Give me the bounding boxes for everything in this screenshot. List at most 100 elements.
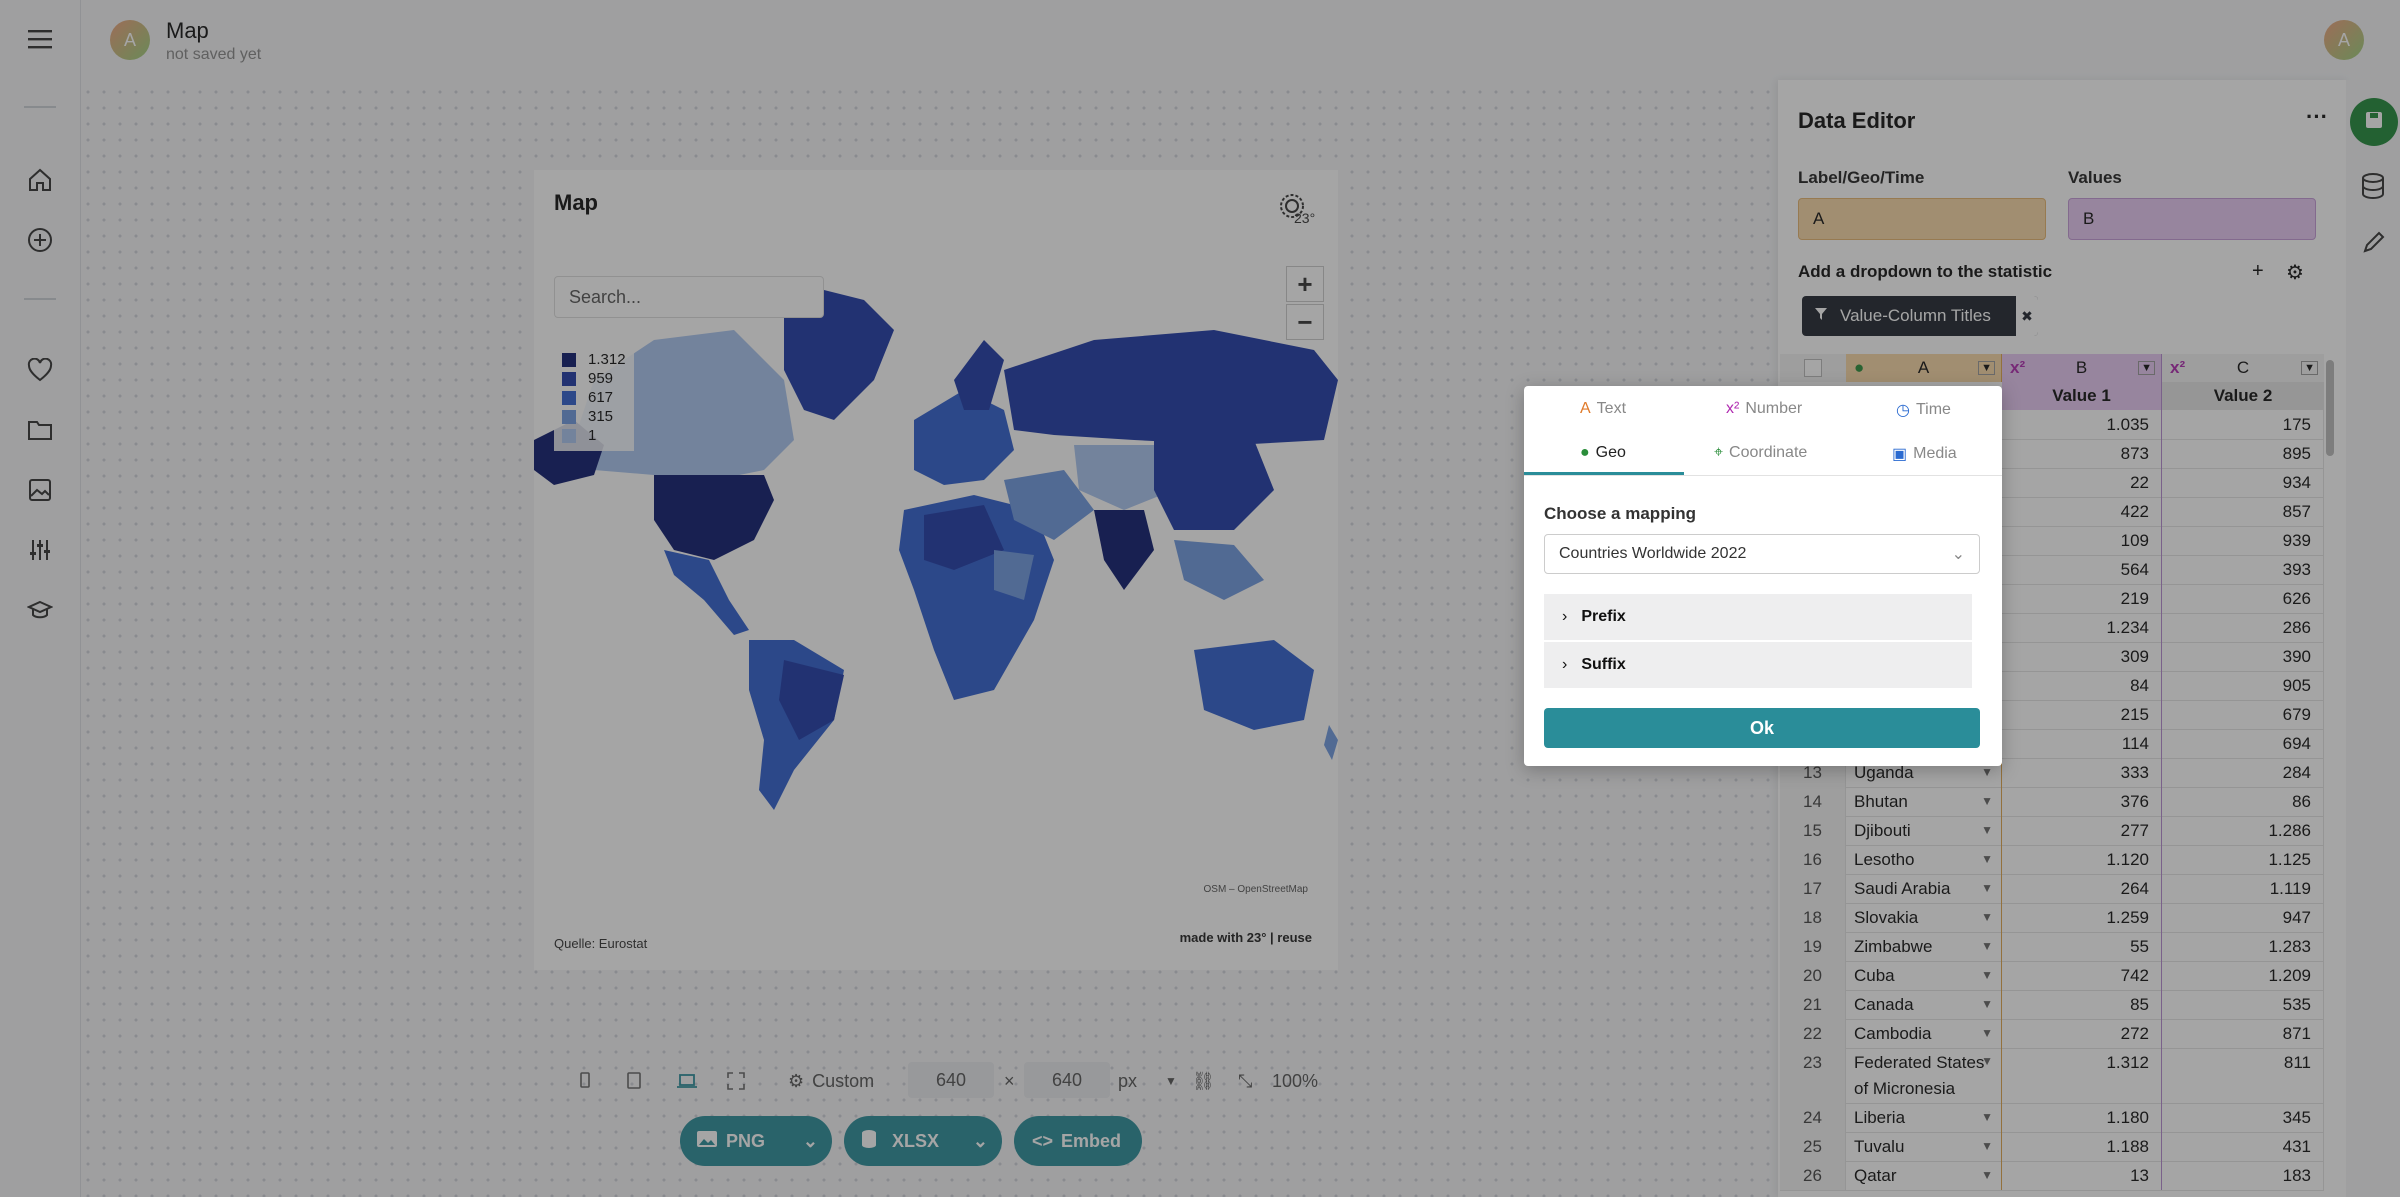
cell-c[interactable]: 284 (2162, 758, 2324, 787)
cell-b[interactable]: 309 (2002, 642, 2162, 671)
cell-c[interactable]: 694 (2162, 729, 2324, 758)
cell-b[interactable]: 114 (2002, 729, 2162, 758)
xlsx-export-button[interactable]: XLSX ⌄ (844, 1116, 1002, 1166)
cell-a[interactable]: Djibouti ▼ (1846, 816, 2002, 845)
cell-c[interactable]: 1.125 (2162, 845, 2324, 874)
map-attribution[interactable]: OSM – OpenStreetMap (1204, 884, 1309, 895)
cell-b[interactable]: 1.188 (2002, 1132, 2162, 1161)
table-row[interactable]: 14 Bhutan ▼ 376 86 (1780, 787, 2324, 817)
more-options-icon[interactable]: ··· (2306, 104, 2328, 130)
tablet-device-icon[interactable] (626, 1066, 642, 1096)
cell-c[interactable]: 1.119 (2162, 874, 2324, 903)
cell-a[interactable]: Lesotho ▼ (1846, 845, 2002, 874)
heart-icon[interactable] (22, 352, 58, 388)
cell-c[interactable]: 345 (2162, 1103, 2324, 1132)
filter-icon[interactable]: ▼ (2301, 361, 2318, 375)
cell-b[interactable]: 1.259 (2002, 903, 2162, 932)
cell-b[interactable]: 13 (2002, 1161, 2162, 1190)
save-button[interactable] (2350, 98, 2398, 146)
ok-button[interactable]: Ok (1544, 708, 1980, 748)
cell-c[interactable]: 947 (2162, 903, 2324, 932)
label-column-field[interactable]: A (1798, 198, 2046, 240)
dropdown-arrow-icon[interactable]: ▼ (1981, 1161, 1993, 1190)
cell-a[interactable]: Qatar ▼ (1846, 1161, 2002, 1190)
chevron-down-icon[interactable]: ⌄ (803, 1131, 818, 1152)
cell-b[interactable]: 85 (2002, 990, 2162, 1019)
values-column-field[interactable]: B (2068, 198, 2316, 240)
cell-c[interactable]: 905 (2162, 671, 2324, 700)
column-a-header[interactable]: ● A ▼ (1846, 354, 2002, 382)
dropdown-arrow-icon[interactable]: ▼ (1981, 961, 1993, 990)
cell-b[interactable]: 1.234 (2002, 613, 2162, 642)
cell-b[interactable]: 55 (2002, 932, 2162, 961)
zoom-level[interactable]: 100% (1272, 1066, 1318, 1096)
table-row[interactable]: 19 Zimbabwe ▼ 55 1.283 (1780, 932, 2324, 962)
table-row[interactable]: 26 Qatar ▼ 13 183 (1780, 1161, 2324, 1191)
cell-a[interactable]: Zimbabwe ▼ (1846, 932, 2002, 961)
cell-c[interactable]: 286 (2162, 613, 2324, 642)
select-all-checkbox[interactable] (1780, 354, 1846, 382)
tab-text[interactable]: A Text (1580, 400, 1626, 418)
cell-b[interactable]: 264 (2002, 874, 2162, 903)
cell-b[interactable]: 1.312 (2002, 1048, 2162, 1103)
table-row[interactable]: 15 Djibouti ▼ 277 1.286 (1780, 816, 2324, 846)
cell-c[interactable]: 934 (2162, 468, 2324, 497)
zoom-out-button[interactable]: − (1286, 304, 1324, 340)
cell-a[interactable]: Cambodia ▼ (1846, 1019, 2002, 1048)
table-row[interactable]: 21 Canada ▼ 85 535 (1780, 990, 2324, 1020)
cell-c[interactable]: 175 (2162, 410, 2324, 439)
dropdown-arrow-icon[interactable]: ▼ (1981, 816, 1993, 845)
cell-a[interactable]: Federated States of Micronesia ▼ (1846, 1048, 2002, 1103)
chip-close-icon[interactable]: ✖ (2016, 296, 2038, 336)
filter-icon[interactable]: ▼ (1978, 361, 1995, 375)
folder-icon[interactable] (22, 412, 58, 448)
png-export-button[interactable]: PNG ⌄ (680, 1116, 832, 1166)
cell-a[interactable]: Slovakia ▼ (1846, 903, 2002, 932)
menu-icon[interactable] (22, 21, 58, 57)
suffix-accordion[interactable]: › Suffix (1544, 642, 1972, 688)
link-icon[interactable]: ⛓ (1192, 1066, 1215, 1096)
cell-c[interactable]: 1.286 (2162, 816, 2324, 845)
made-with-link[interactable]: made with 23° | reuse (1180, 930, 1312, 945)
dropdown-arrow-icon[interactable]: ▼ (1981, 1048, 1993, 1074)
cell-b[interactable]: 272 (2002, 1019, 2162, 1048)
dropdown-arrow-icon[interactable]: ▼ (1981, 990, 1993, 1019)
graduation-icon[interactable] (22, 592, 58, 628)
height-input[interactable]: 640 (1024, 1062, 1110, 1098)
map-search-input[interactable]: Search... (554, 276, 824, 318)
cell-b[interactable]: 873 (2002, 439, 2162, 468)
table-row[interactable]: 20 Cuba ▼ 742 1.209 (1780, 961, 2324, 991)
zoom-in-button[interactable]: + (1286, 266, 1324, 302)
tab-coordinate[interactable]: ⌖ Coordinate (1714, 444, 1807, 462)
prefix-accordion[interactable]: › Prefix (1544, 594, 1972, 640)
table-row[interactable]: 25 Tuvalu ▼ 1.188 431 (1780, 1132, 2324, 1162)
cell-b[interactable]: 564 (2002, 555, 2162, 584)
cell-b[interactable]: 1.180 (2002, 1103, 2162, 1132)
dropdown-arrow-icon[interactable]: ▼ (1981, 932, 1993, 961)
cell-c[interactable]: 679 (2162, 700, 2324, 729)
cell-c[interactable]: 895 (2162, 439, 2324, 468)
cell-c[interactable]: 811 (2162, 1048, 2324, 1103)
tab-number[interactable]: x² Number (1726, 400, 1802, 418)
mobile-device-icon[interactable] (578, 1066, 592, 1096)
cell-c[interactable]: 535 (2162, 990, 2324, 1019)
dropdown-arrow-icon[interactable]: ▼ (1981, 903, 1993, 932)
gear-icon[interactable]: ⚙ (2286, 260, 2304, 285)
cell-c[interactable]: 183 (2162, 1161, 2324, 1190)
user-avatar[interactable]: A (2324, 20, 2364, 60)
cell-a[interactable]: Saudi Arabia ▼ (1846, 874, 2002, 903)
page-title[interactable]: Map (166, 18, 209, 44)
cell-a[interactable]: Canada ▼ (1846, 990, 2002, 1019)
cell-c[interactable]: 1.283 (2162, 932, 2324, 961)
cell-b[interactable]: 1.120 (2002, 845, 2162, 874)
value1-title[interactable]: Value 1 (2002, 382, 2162, 410)
cell-c[interactable]: 390 (2162, 642, 2324, 671)
cell-b[interactable]: 376 (2002, 787, 2162, 816)
cell-b[interactable]: 109 (2002, 526, 2162, 555)
column-b-header[interactable]: x² B ▼ (2002, 354, 2162, 382)
column-c-header[interactable]: x² C ▼ (2162, 354, 2324, 382)
image-icon[interactable] (22, 472, 58, 508)
fullscreen-icon[interactable] (726, 1066, 746, 1096)
dropdown-arrow-icon[interactable]: ▼ (1981, 1132, 1993, 1161)
pencil-icon[interactable] (2362, 230, 2386, 259)
